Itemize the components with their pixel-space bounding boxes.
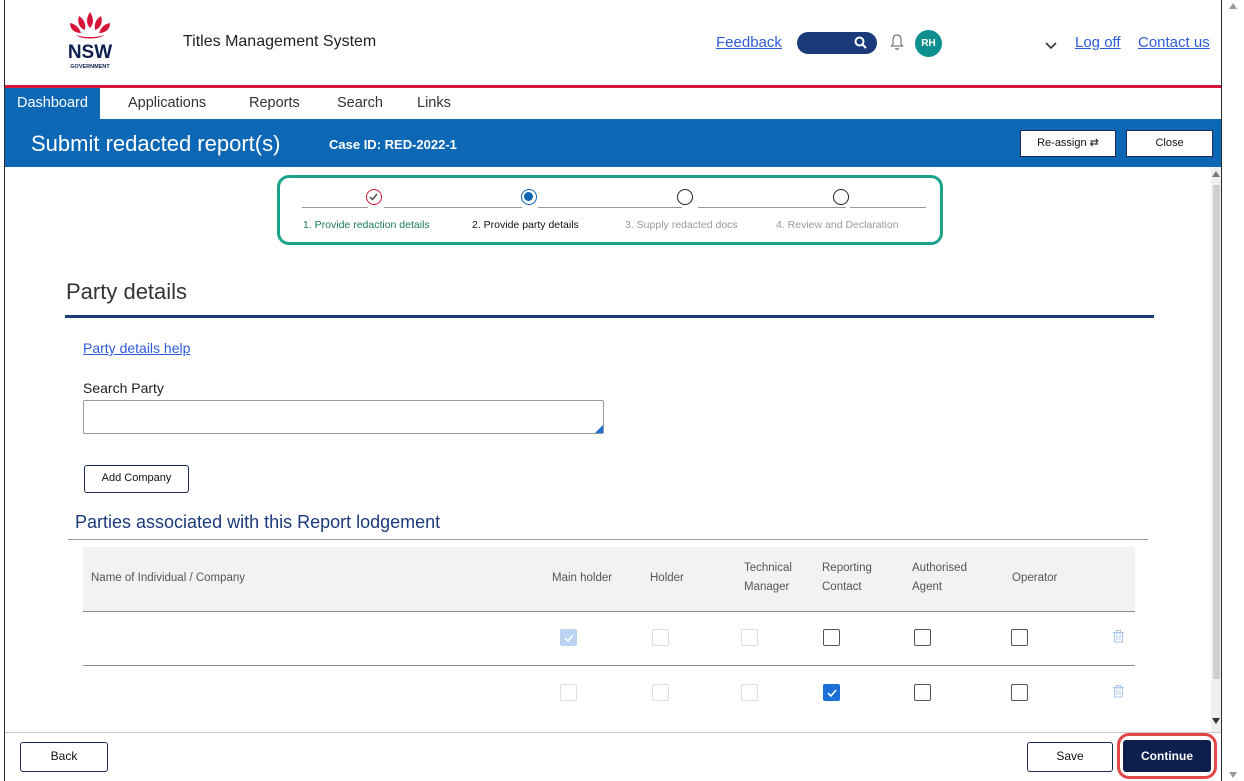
step-connector: [698, 207, 846, 208]
reassign-button[interactable]: Re-assign ⇄: [1020, 130, 1116, 157]
section-heading: Party details: [66, 279, 188, 304]
app-title: Titles Management System: [183, 33, 377, 50]
main-nav: Dashboard Applications Reports Search Li…: [5, 88, 1221, 119]
authorised-agent-checkbox[interactable]: [914, 684, 931, 701]
resize-handle-icon[interactable]: [595, 425, 603, 433]
nav-search[interactable]: Search: [337, 88, 383, 119]
technical-manager-checkbox: [741, 684, 758, 701]
row-divider: [83, 611, 1135, 612]
step-connector: [384, 207, 522, 208]
party-details-help-link[interactable]: Party details help: [83, 340, 190, 356]
col-reporting-contact: Reporting Contact: [822, 559, 872, 597]
main-holder-checkbox: [560, 629, 577, 646]
contact-us-link[interactable]: Contact us: [1138, 34, 1210, 51]
nav-dashboard[interactable]: Dashboard: [5, 88, 100, 119]
scroll-up-icon[interactable]: [1212, 171, 1220, 177]
main-content: 1. Provide redaction details 2. Provide …: [5, 167, 1211, 732]
chevron-down-icon[interactable]: [1045, 37, 1057, 55]
feedback-link[interactable]: Feedback: [716, 34, 782, 51]
action-footer: Back Save Continue: [5, 732, 1221, 781]
technical-manager-checkbox: [741, 629, 758, 646]
delete-trash-icon[interactable]: [1113, 685, 1124, 703]
search-party-label: Search Party: [83, 380, 164, 396]
table-top-rule: [68, 539, 1148, 540]
app-header: NSW GOVERNMENT Titles Management System …: [5, 0, 1221, 86]
step-connector: [850, 207, 926, 208]
operator-checkbox[interactable]: [1011, 684, 1028, 701]
col-technical-manager: Technical Manager: [744, 559, 792, 597]
col-authorised-agent-line1: Authorised: [912, 562, 967, 574]
back-button[interactable]: Back: [20, 742, 108, 772]
progress-stepper: 1. Provide redaction details 2. Provide …: [277, 175, 943, 245]
step-connector: [538, 207, 682, 208]
delete-trash-icon[interactable]: [1113, 630, 1124, 648]
close-button[interactable]: Close: [1126, 130, 1213, 157]
svg-text:GOVERNMENT: GOVERNMENT: [70, 64, 110, 70]
step-1-label[interactable]: 1. Provide redaction details: [303, 219, 430, 231]
window-scroll-down-icon[interactable]: [1229, 772, 1237, 778]
col-holder: Holder: [650, 572, 684, 584]
step-connector: [302, 207, 368, 208]
col-technical-manager-line2: Manager: [744, 581, 790, 593]
step-2-current-icon[interactable]: [521, 189, 537, 205]
holder-checkbox: [652, 684, 669, 701]
col-operator: Operator: [1012, 572, 1058, 584]
search-party-input[interactable]: [83, 400, 604, 434]
step-3-circle-icon[interactable]: [677, 189, 693, 205]
add-company-button[interactable]: Add Company: [84, 465, 189, 493]
nav-applications[interactable]: Applications: [128, 88, 206, 119]
step-3-label: 3. Supply redacted docs: [625, 219, 738, 231]
svg-text:NSW: NSW: [68, 42, 112, 63]
save-button[interactable]: Save: [1027, 742, 1113, 772]
logoff-link[interactable]: Log off: [1075, 34, 1121, 51]
nsw-logo[interactable]: NSW GOVERNMENT: [55, 10, 125, 76]
col-name: Name of Individual / Company: [91, 572, 246, 584]
col-reporting-contact-line2: Contact: [822, 581, 862, 593]
step-2-label[interactable]: 2. Provide party details: [472, 219, 579, 231]
operator-checkbox[interactable]: [1011, 629, 1028, 646]
reporting-contact-checkbox[interactable]: [823, 684, 840, 701]
authorised-agent-checkbox[interactable]: [914, 629, 931, 646]
main-holder-checkbox: [560, 684, 577, 701]
step-4-circle-icon[interactable]: [833, 189, 849, 205]
col-authorised-agent-line2: Agent: [912, 581, 943, 593]
parties-table-header: Name of Individual / Company Main holder…: [83, 547, 1135, 611]
window-scrollbar[interactable]: [1223, 0, 1244, 781]
col-reporting-contact-line1: Reporting: [822, 562, 872, 574]
user-avatar[interactable]: RH: [915, 30, 942, 57]
content-scroll-thumb[interactable]: [1213, 185, 1220, 679]
notifications-bell-icon[interactable]: [890, 33, 904, 56]
continue-button[interactable]: Continue: [1123, 740, 1211, 772]
nav-links[interactable]: Links: [417, 88, 451, 119]
col-technical-manager-line1: Technical: [744, 562, 792, 574]
reporting-contact-checkbox[interactable]: [823, 629, 840, 646]
nav-reports[interactable]: Reports: [249, 88, 300, 119]
col-authorised-agent: Authorised Agent: [912, 559, 967, 597]
parties-section-title: Parties associated with this Report lodg…: [75, 512, 441, 532]
heading-underline: [65, 315, 1154, 318]
step-1-check-icon[interactable]: [366, 189, 382, 205]
search-icon: [854, 36, 867, 49]
holder-checkbox: [652, 629, 669, 646]
scroll-down-icon[interactable]: [1212, 718, 1220, 724]
page-title: Submit redacted report(s): [31, 131, 281, 156]
search-button[interactable]: [797, 32, 877, 54]
col-main-holder: Main holder: [552, 572, 613, 584]
case-id: Case ID: RED-2022-1: [329, 137, 457, 152]
step-4-label: 4. Review and Declaration: [776, 219, 899, 231]
row-divider: [83, 665, 1135, 666]
page-titlebar: Submit redacted report(s) Case ID: RED-2…: [5, 119, 1221, 167]
window-scroll-up-icon[interactable]: [1229, 3, 1237, 9]
